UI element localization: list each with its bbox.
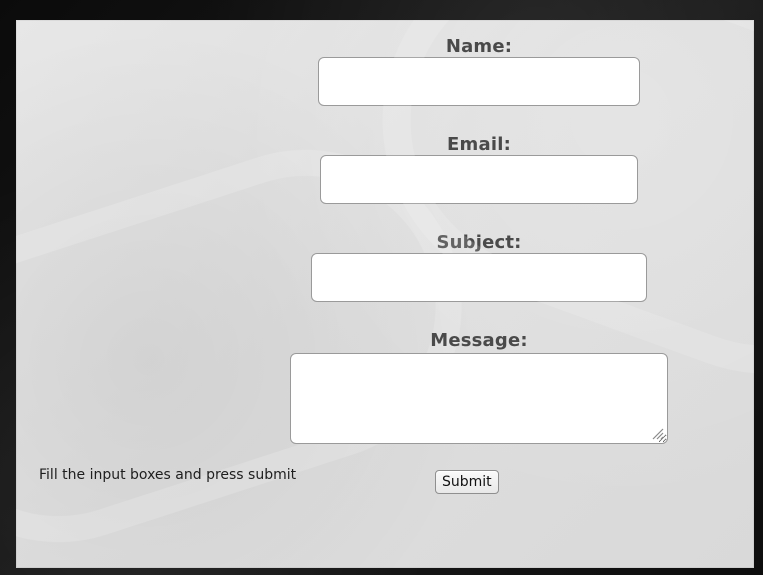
message-label: Message: [430, 330, 528, 351]
subject-label: Subject: [436, 232, 522, 253]
email-input[interactable] [320, 155, 638, 204]
message-textarea[interactable] [290, 353, 668, 444]
page-background: Name: Email: Subject: Message: Fill the … [0, 0, 763, 575]
contact-form-panel: Name: Email: Subject: Message: Fill the … [16, 20, 754, 568]
name-input[interactable] [318, 57, 640, 106]
name-label: Name: [445, 36, 513, 57]
subject-input[interactable] [311, 253, 647, 302]
email-label: Email: [447, 134, 511, 155]
instruction-text: Fill the input boxes and press submit [39, 467, 297, 483]
submit-button[interactable]: Submit [435, 470, 499, 494]
